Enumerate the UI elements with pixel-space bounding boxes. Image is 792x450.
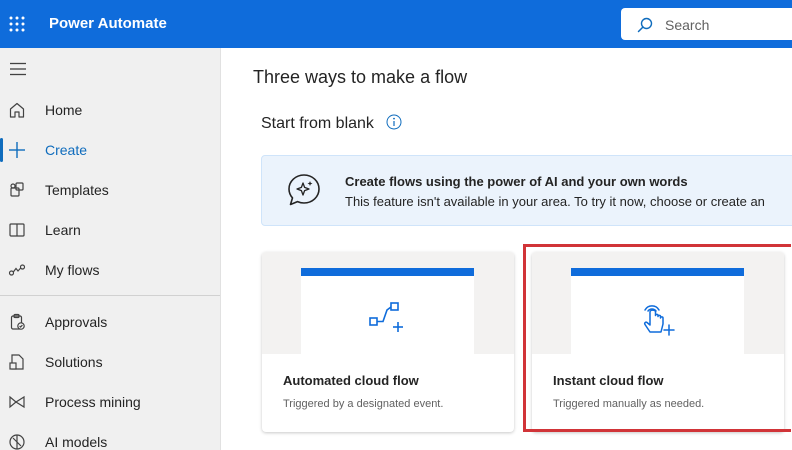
instant-cloud-flow-card[interactable]: Instant cloud flow Triggered manually as… [532, 252, 784, 432]
ai-banner-description: This feature isn't available in your are… [345, 194, 765, 209]
card-description: Triggered manually as needed. [553, 398, 705, 410]
sidebar-item-process-mining[interactable]: Process mining [0, 382, 220, 422]
ai-banner-title: Create flows using the power of AI and y… [345, 174, 688, 189]
card-preview-sheet [571, 268, 744, 354]
ai-models-icon [9, 434, 25, 450]
flows-icon [8, 264, 26, 276]
home-icon [9, 102, 25, 118]
card-title: Instant cloud flow [553, 373, 664, 388]
sidebar-item-label: Create [45, 142, 88, 158]
sidebar-item-templates[interactable]: Templates [0, 170, 220, 210]
sidebar-item-learn[interactable]: Learn [0, 210, 220, 250]
search-input[interactable]: Search [665, 17, 709, 33]
card-description: Triggered by a designated event. [283, 398, 444, 410]
process-mining-icon [9, 395, 25, 409]
sidebar-item-solutions[interactable]: Solutions [0, 342, 220, 382]
solutions-icon [9, 354, 24, 370]
card-title: Automated cloud flow [283, 373, 419, 388]
main-content: Three ways to make a flow Start from bla… [221, 48, 792, 450]
touch-hand-icon [643, 305, 675, 336]
sidebar-item-label: Learn [45, 222, 81, 238]
app-launcher-icon[interactable] [9, 16, 25, 32]
sidebar-item-label: Home [45, 102, 83, 118]
sidebar-item-label: Templates [45, 182, 109, 198]
info-icon[interactable] [386, 114, 402, 130]
sidebar-item-label: Process mining [45, 394, 141, 410]
sidebar-item-home[interactable]: Home [0, 90, 220, 130]
search-icon [637, 17, 653, 33]
templates-icon [10, 182, 24, 197]
sidebar-item-label: My flows [45, 262, 100, 278]
sidebar-item-label: AI models [45, 434, 108, 450]
hamburger-menu-icon[interactable] [10, 62, 26, 76]
search-box[interactable]: Search [621, 8, 792, 40]
automated-cloud-flow-card[interactable]: Automated cloud flow Triggered by a desi… [262, 252, 514, 432]
sidebar-item-create[interactable]: Create [0, 130, 220, 170]
sidebar-item-label: Approvals [45, 314, 108, 330]
ai-copilot-banner: Create flows using the power of AI and y… [261, 155, 792, 226]
book-icon [9, 223, 25, 237]
sidebar-item-my-flows[interactable]: My flows [0, 250, 220, 290]
app-title[interactable]: Power Automate [49, 15, 167, 32]
active-indicator [0, 138, 3, 162]
page-title: Three ways to make a flow [253, 67, 468, 87]
sidebar-item-ai-models[interactable]: AI models [0, 422, 220, 450]
top-bar: Power Automate Search [0, 0, 792, 48]
sidebar-divider [0, 295, 220, 296]
card-preview-sheet [301, 268, 474, 354]
card-preview [262, 252, 514, 354]
clipboard-check-icon [10, 313, 25, 330]
section-title: Start from blank [261, 115, 374, 132]
chat-sparkle-icon [288, 174, 320, 206]
automated-flow-icon [369, 302, 403, 332]
sidebar: Home Create Templates Learn My flows App… [0, 48, 221, 450]
card-preview [532, 252, 784, 354]
sidebar-item-approvals[interactable]: Approvals [0, 302, 220, 342]
sidebar-item-label: Solutions [45, 354, 103, 370]
plus-icon [9, 142, 25, 158]
